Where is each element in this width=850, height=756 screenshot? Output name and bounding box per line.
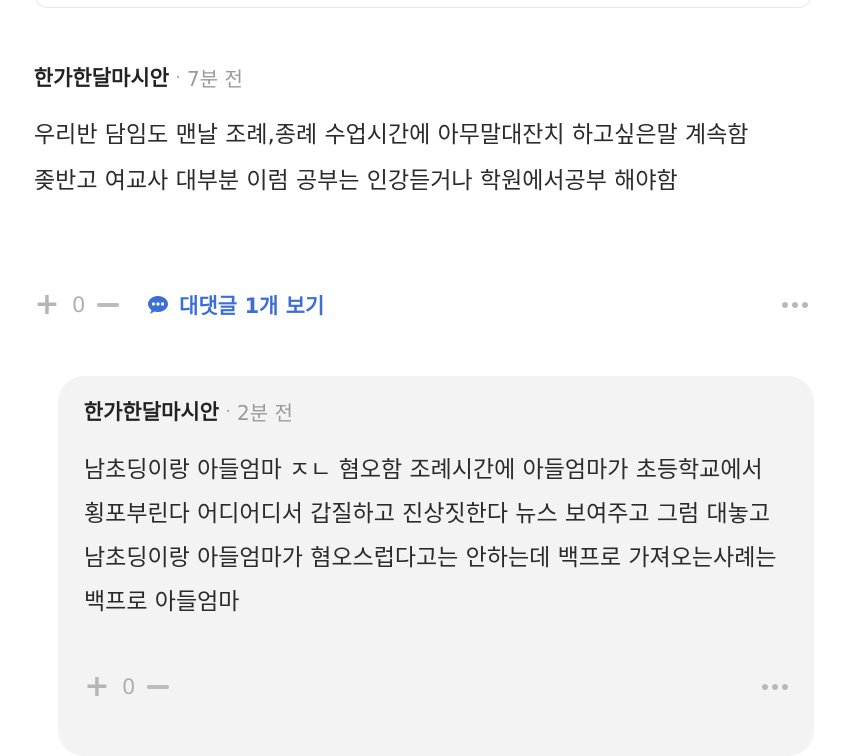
comment-author[interactable]: 한가한달마시안	[34, 62, 169, 92]
comment-actions: + 0 대댓글 1개 보기	[34, 288, 810, 322]
chat-bubble-icon	[147, 295, 169, 315]
plus-icon[interactable]: +	[34, 290, 60, 320]
comment-meta: 한가한달마시안 · 7분 전	[34, 62, 814, 92]
comment-body: 우리반 담임도 맨날 조례,종례 수업시간에 아무말대잔치 하고싶은말 계속함 …	[34, 122, 756, 194]
reply-vote-count: 0	[122, 675, 136, 699]
reply-timestamp: 2분 전	[236, 400, 293, 425]
meta-separator: ·	[175, 66, 181, 88]
previous-comment-box	[34, 0, 812, 8]
more-dot	[782, 302, 788, 308]
more-dot	[762, 684, 768, 690]
view-replies-label: 대댓글 1개 보기	[179, 294, 325, 318]
reply-vote-control: + 0	[84, 672, 170, 702]
more-dot	[772, 684, 778, 690]
comment-timestamp: 7분 전	[186, 66, 243, 91]
more-dot	[802, 302, 808, 308]
vote-control: + 0	[34, 290, 120, 320]
reply-meta: 한가한달마시안 · 2분 전	[84, 396, 794, 426]
reply-card: 한가한달마시안 · 2분 전 남초딩이랑 아들엄마 ㅈㄴ 혐오함 조례시간에 아…	[58, 376, 814, 756]
minus-icon[interactable]	[97, 303, 120, 307]
meta-separator: ·	[225, 400, 231, 422]
reply-body: 남초딩이랑 아들엄마 ㅈㄴ 혐오함 조례시간에 아들엄마가 초등학교에서 횡포부…	[84, 457, 784, 615]
vote-count: 0	[72, 293, 86, 317]
minus-icon[interactable]	[147, 685, 170, 689]
more-dots-icon[interactable]	[782, 302, 810, 308]
reply-content: 한가한달마시안 · 2분 전 남초딩이랑 아들엄마 ㅈㄴ 혐오함 조례시간에 아…	[84, 396, 794, 624]
reply-actions: + 0	[84, 670, 790, 704]
more-dot	[782, 684, 788, 690]
reply-author[interactable]: 한가한달마시안	[84, 396, 219, 426]
view-replies-link[interactable]: 대댓글 1개 보기	[147, 290, 325, 320]
plus-icon[interactable]: +	[84, 672, 110, 702]
more-dot	[792, 302, 798, 308]
more-dots-icon[interactable]	[762, 684, 790, 690]
comment: 한가한달마시안 · 7분 전 우리반 담임도 맨날 조례,종례 수업시간에 아무…	[34, 62, 814, 204]
